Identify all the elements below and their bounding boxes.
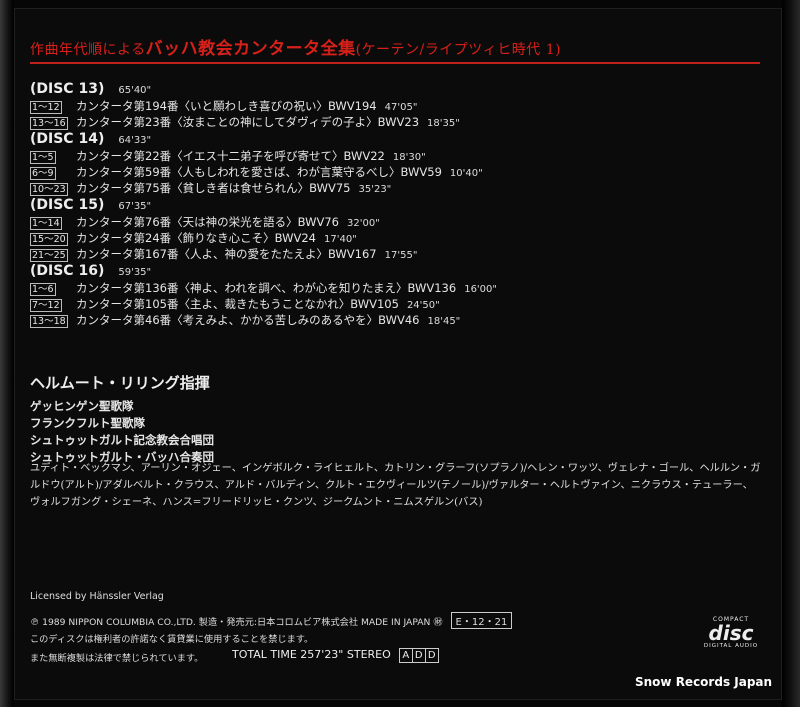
- soloist-line: ユディト・ベックマン、アーリン・オジェー、インゲボルク・ライヒェルト、カトリン・…: [30, 463, 761, 474]
- cd-logo-main: disc: [708, 621, 754, 645]
- track-row: 21〜25 カンタータ第167番〈人よ、神の愛をたたえよ〉BWV167 17'55": [30, 246, 750, 262]
- track-range: 1〜6: [30, 283, 56, 296]
- track-title: カンタータ第136番〈神よ、われを調べ、わが心を知りたまえ〉BWV136: [76, 281, 457, 295]
- track-range: 1〜12: [30, 101, 62, 114]
- disc-heading: (DISC 14) 64'33": [30, 130, 750, 148]
- total-time: TOTAL TIME 257'23" STEREO A D D: [232, 648, 439, 663]
- track-title: カンタータ第75番〈貧しき者は食せられん〉BWV75: [76, 181, 351, 195]
- track-row: 13〜18 カンタータ第46番〈考えみよ、かかる苦しみのあるやを〉BWV46 18'…: [30, 312, 750, 328]
- track-title: カンタータ第46番〈考えみよ、かかる苦しみのあるやを〉BWV46: [76, 313, 420, 327]
- disc-block: (DISC 16) 59'35" 1〜6 カンタータ第136番〈神よ、われを調べ、わ…: [30, 262, 750, 328]
- track-range: 1〜5: [30, 151, 56, 164]
- track-duration: 18'45": [427, 316, 461, 327]
- track-title: カンタータ第24番〈飾りなき心こそ〉BWV24: [76, 231, 316, 245]
- track-row: 1〜14 カンタータ第76番〈天は神の栄光を語る〉BWV76 32'00": [30, 214, 750, 230]
- track-range: 21〜25: [30, 249, 68, 262]
- sparscode: ADD: [398, 648, 439, 663]
- copyright-text: ℗ 1989 NIPPON COLUMBIA CO.,LTD. 製造・発売元:日…: [30, 617, 443, 628]
- track-duration: 18'30": [392, 152, 426, 163]
- conductor-credit: ヘルムート・リリング指揮: [30, 374, 210, 392]
- case-right-edge: [782, 0, 800, 707]
- sparscode-letter: A: [398, 648, 413, 663]
- track-title: カンタータ第76番〈天は神の栄光を語る〉BWV76: [76, 215, 339, 229]
- disc-time: 67'35": [118, 201, 152, 212]
- disc-label: (DISC 16): [30, 263, 105, 279]
- disc-label: (DISC 13): [30, 81, 105, 97]
- cd-logo-bottom: DIGITAL AUDIO: [703, 643, 759, 649]
- track-row: 6〜9 カンタータ第59番〈人もしわれを愛さば、わが言葉守るべし〉BWV59 10'…: [30, 164, 750, 180]
- track-duration: 17'40": [323, 234, 357, 245]
- track-title: カンタータ第23番〈汝まことの神にしてダヴィデの子よ〉BWV23: [76, 115, 420, 129]
- track-duration: 16'00": [464, 284, 498, 295]
- track-row: 15〜20 カンタータ第24番〈飾りなき心こそ〉BWV24 17'40": [30, 230, 750, 246]
- track-range: 13〜16: [30, 117, 68, 130]
- soloist-line: ルドウ(アルト)/アダルベルト・クラウス、アルド・バルディン、クルト・エクヴィー…: [30, 480, 753, 491]
- track-duration: 47'05": [384, 102, 418, 113]
- disc-label: (DISC 14): [30, 131, 105, 147]
- disc-heading: (DISC 15) 67'35": [30, 196, 750, 214]
- track-duration: 24'50": [406, 300, 440, 311]
- track-range: 10〜23: [30, 183, 68, 196]
- track-title: カンタータ第22番〈イエス十二弟子を呼び寄せて〉BWV22: [76, 149, 385, 163]
- track-row: 1〜12 カンタータ第194番〈いと願わしき喜びの祝い〉BWV194 47'05": [30, 98, 750, 114]
- track-range: 15〜20: [30, 233, 68, 246]
- jewel-case: 作曲年代順によるバッハ教会カンタータ全集(ケーテン/ライプツィヒ時代 1) (D…: [0, 0, 800, 707]
- track-duration: 18'35": [427, 118, 460, 129]
- track-duration: 10'40": [449, 168, 483, 179]
- compact-disc-logo: COMPACT disc DIGITAL AUDIO: [700, 616, 762, 656]
- track-row: 10〜23 カンタータ第75番〈貧しき者は食せられん〉BWV75 35'23": [30, 180, 750, 196]
- track-listing: (DISC 13) 65'40" 1〜12 カンタータ第194番〈いと願わしき喜びの…: [30, 80, 750, 328]
- header-prefix: 作曲年代順による: [30, 42, 146, 58]
- header-rule: [30, 62, 760, 64]
- track-duration: 32'00": [346, 218, 380, 229]
- track-row: 13〜16 カンタータ第23番〈汝まことの神にしてダヴィデの子よ〉BWV23 18'…: [30, 114, 750, 130]
- track-title: カンタータ第59番〈人もしわれを愛さば、わが言葉守るべし〉BWV59: [76, 165, 442, 179]
- disc-time: 65'40": [118, 85, 152, 96]
- track-row: 7〜12 カンタータ第105番〈主よ、裁きたもうことなかれ〉BWV105 24'50…: [30, 296, 750, 312]
- copyright-line: ℗ 1989 NIPPON COLUMBIA CO.,LTD. 製造・発売元:日…: [30, 612, 513, 629]
- choir-item: フランクフルト聖歌隊: [30, 416, 145, 430]
- track-title: カンタータ第105番〈主よ、裁きたもうことなかれ〉BWV105: [76, 297, 399, 311]
- track-duration: 35'23": [358, 184, 392, 195]
- disc-block: (DISC 14) 64'33" 1〜5 カンタータ第22番〈イエス十二弟子を呼び寄…: [30, 130, 750, 196]
- disc-block: (DISC 13) 65'40" 1〜12 カンタータ第194番〈いと願わしき喜びの…: [30, 80, 750, 130]
- choir-list: ゲッヒンゲン聖歌隊 フランクフルト聖歌隊 シュトゥットガルト記念教会合唱団 シュ…: [30, 398, 214, 466]
- case-left-edge: [0, 0, 14, 707]
- track-range: 13〜18: [30, 315, 68, 328]
- disc-label: (DISC 15): [30, 197, 105, 213]
- total-time-text: TOTAL TIME 257'23" STEREO: [232, 648, 391, 661]
- license-text: Licensed by Hänssler Verlag: [30, 591, 164, 602]
- track-range: 1〜14: [30, 217, 62, 230]
- soloist-credits: ユディト・ベックマン、アーリン・オジェー、インゲボルク・ライヒェルト、カトリン・…: [30, 460, 770, 511]
- track-duration: 17'55": [384, 250, 418, 261]
- track-row: 1〜6 カンタータ第136番〈神よ、われを調べ、わが心を知りたまえ〉BWV136 1…: [30, 280, 750, 296]
- disc-heading: (DISC 16) 59'35": [30, 262, 750, 280]
- track-row: 1〜5 カンタータ第22番〈イエス十二弟子を呼び寄せて〉BWV22 18'30": [30, 148, 750, 164]
- sparscode-letter: D: [424, 648, 439, 663]
- choir-item: シュトゥットガルト記念教会合唱団: [30, 433, 214, 447]
- track-title: カンタータ第194番〈いと願わしき喜びの祝い〉BWV194: [76, 99, 377, 113]
- disc-time: 64'33": [118, 135, 152, 146]
- soloist-line: ヴォルフガング・シェーネ、ハンス=フリードリッヒ・クンツ、ジークムント・ニムスゲ…: [30, 497, 483, 508]
- catalog-number: E・12・21: [450, 612, 513, 629]
- series-header: 作曲年代順によるバッハ教会カンタータ全集(ケーテン/ライプツィヒ時代 1): [30, 34, 561, 59]
- copy-notice: また無断複製は法律で禁じられています。: [30, 653, 204, 664]
- disc-block: (DISC 15) 67'35" 1〜14 カンタータ第76番〈天は神の栄光を語る〉…: [30, 196, 750, 262]
- rental-notice: このディスクは権利者の許諾なく賃貸業に使用することを禁じます。: [30, 634, 314, 645]
- track-range: 7〜12: [30, 299, 62, 312]
- seller-watermark: Snow Records Japan: [635, 675, 773, 689]
- choir-item: ゲッヒンゲン聖歌隊: [30, 399, 134, 413]
- disc-heading: (DISC 13) 65'40": [30, 80, 750, 98]
- disc-time: 59'35": [118, 267, 152, 278]
- track-title: カンタータ第167番〈人よ、神の愛をたたえよ〉BWV167: [76, 247, 377, 261]
- header-title: バッハ教会カンタータ全集: [145, 39, 356, 59]
- header-subtitle: (ケーテン/ライプツィヒ時代 1): [355, 42, 562, 58]
- sparscode-letter: D: [411, 648, 426, 663]
- track-range: 6〜9: [30, 167, 56, 180]
